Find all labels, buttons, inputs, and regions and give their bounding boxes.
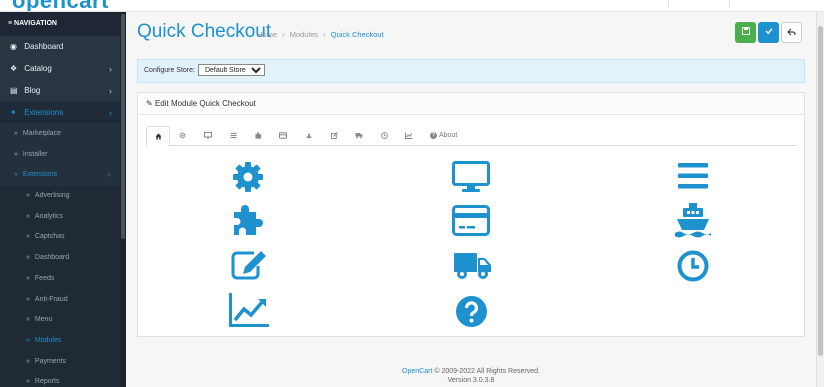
gear-icon [178,132,186,139]
chevron-right-icon: › [109,86,112,96]
opencart-logo[interactable]: opencart [12,0,109,11]
sidebar-subitem-modules[interactable]: » Modules [0,330,120,352]
version-text: Version 3.0.3.8 [447,377,495,384]
apply-button[interactable] [758,22,779,43]
chart-line-icon[interactable] [229,293,269,327]
chevron-right-icon: › [107,170,110,180]
breadcrumb-home[interactable]: Home [257,30,277,39]
list-icon [229,133,237,139]
tag-icon: ❖ [10,64,18,73]
sidebar-item-extensions[interactable]: ✦ Extensions › [0,102,120,124]
tab-shipping[interactable] [297,126,321,146]
desktop-icon [204,132,212,139]
puzzle-icon [254,132,261,139]
list-icon[interactable] [678,163,708,189]
tab-edit[interactable] [322,126,346,146]
sidebar-subitem-anti-fraud[interactable]: » Anti-Fraud [0,289,120,311]
module-tabs: ? About [146,126,797,147]
chart-line-icon [405,132,413,140]
floppy-icon [741,27,750,35]
store-select[interactable]: Default Store [197,64,265,77]
sidebar-subitem-captchas[interactable]: » Captchas [0,227,120,249]
sidebar-item-dashboard[interactable]: ◉ Dashboard [0,36,120,58]
sidebar-item-blog[interactable]: ▤ Blog › [0,80,120,102]
breadcrumb: Home › Modules › Quick Checkout [257,30,384,39]
page-title: Quick Checkout [137,21,272,42]
sidebar-subitem-feeds[interactable]: » Feeds [0,268,120,290]
scrollbar-thumb[interactable] [818,26,823,356]
nav-header[interactable]: ≡ NAVIGATION [0,12,120,36]
breadcrumb-modules[interactable]: Modules [290,30,318,39]
reply-icon [787,28,796,36]
footer: OpenCart © 2009-2022 All Rights Reserved… [137,367,805,385]
sidebar-subitem-installer[interactable]: » Installer [0,144,120,166]
tab-payment[interactable] [271,126,295,146]
breadcrumb-current[interactable]: Quick Checkout [331,30,384,39]
panel-heading: ✎ Edit Module Quick Checkout [138,93,804,115]
truck-icon [355,133,363,139]
tab-settings[interactable] [170,126,194,146]
tab-modules[interactable] [246,126,270,146]
menu-bars-icon: ≡ [8,20,13,27]
puzzle-icon: ✦ [10,108,17,117]
chevron-right-icon: › [109,64,112,74]
tab-about[interactable]: ? About [430,126,457,146]
sidebar-subitem-extensions[interactable]: » Extensions › [0,165,120,187]
tab-delivery[interactable] [347,126,371,146]
sidebar-subitem-marketplace[interactable]: » Marketplace [0,124,120,145]
tab-fields[interactable] [221,126,245,146]
sidebar-item-catalog[interactable]: ❖ Catalog › [0,58,120,80]
sidebar-item-label: Catalog [24,64,52,73]
ship-icon [306,134,312,139]
newspaper-icon: ▤ [10,86,18,95]
question-circle-icon: ? [430,131,437,139]
gear-icon[interactable] [232,161,264,193]
panel-title: Edit Module Quick Checkout [154,99,256,108]
pencil-icon: ✎ [146,99,153,108]
store-label: Configure Store: [144,67,195,74]
sidebar-subitem-payments[interactable]: » Payments [0,351,120,373]
edit-icon [330,132,338,140]
sidebar-item-label: Dashboard [24,42,64,51]
credit-card-icon[interactable] [452,205,490,236]
credit-card-icon [279,132,287,139]
clock-icon [380,132,388,140]
sidebar-item-label: Extensions [24,108,64,117]
edit-module-panel: ✎ Edit Module Quick Checkout ? About [137,92,805,337]
tab-statistics[interactable] [397,126,421,146]
puzzle-icon[interactable] [232,203,266,236]
clock-icon[interactable] [677,250,709,282]
sidebar-item-label: Blog [24,86,41,95]
chevron-right-icon: › [109,108,112,118]
tab-design[interactable] [196,126,220,146]
sidebar-subitem-dashboard[interactable]: » Dashboard [0,248,120,269]
user-menu[interactable] [668,0,730,8]
tab-home[interactable] [146,126,170,147]
desktop-icon[interactable] [452,161,490,193]
check-icon [764,28,773,35]
sidebar-subitem-advertising[interactable]: » Advertising [0,186,120,207]
sidebar-subitem-reports[interactable]: » Reports [0,372,120,387]
truck-icon[interactable] [454,253,491,280]
sidebar-scrollbar[interactable] [120,12,126,387]
question-circle-icon[interactable] [456,296,487,327]
scrollbar-thumb[interactable] [121,14,125,239]
edit-icon[interactable] [231,248,269,280]
opencart-link[interactable]: OpenCart [402,368,432,375]
sidebar-subitem-menu[interactable]: » Menu [0,310,120,331]
tab-time[interactable] [372,126,396,146]
ship-icon[interactable] [674,203,712,239]
dashboard-icon: ◉ [10,42,17,51]
store-config-bar: Configure Store: Default Store [137,59,805,83]
home-icon [154,133,162,140]
save-button[interactable] [735,22,756,43]
sidebar: ≡ NAVIGATION ◉ Dashboard ❖ Catalog › ▤ B… [0,12,126,387]
sidebar-subitem-analytics[interactable]: » Analytics [0,206,120,228]
top-header: opencart [0,0,824,12]
back-button[interactable] [781,22,802,43]
page-scrollbar[interactable] [816,12,824,387]
